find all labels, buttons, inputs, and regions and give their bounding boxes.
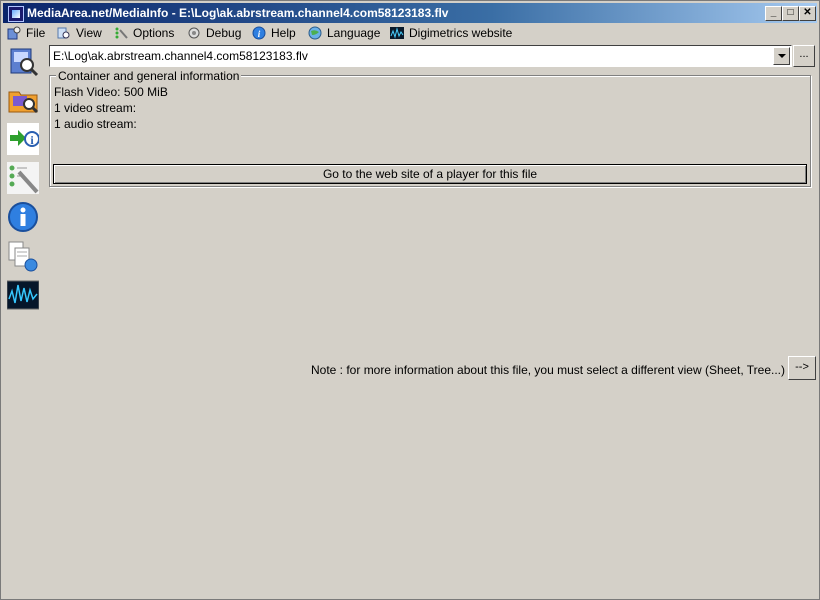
change-view-button[interactable]: --> xyxy=(788,356,816,380)
window-title: MediaArea.net/MediaInfo - E:\Log\ak.abrs… xyxy=(27,6,449,20)
menu-language-label: Language xyxy=(327,26,381,40)
menu-digimetrics-website[interactable]: Digimetrics website xyxy=(390,25,512,41)
minimize-button[interactable]: _ xyxy=(765,6,782,21)
menu-help-label: Help xyxy=(271,26,296,40)
view-menu-icon xyxy=(57,26,71,40)
file-path-value: E:\Log\ak.abrstream.channel4.com58123183… xyxy=(53,49,308,63)
open-folder-icon xyxy=(7,91,39,119)
export-icon: i xyxy=(7,123,40,158)
browse-file-button[interactable]: ... xyxy=(793,45,815,67)
menu-options-label: Options xyxy=(133,26,175,40)
menu-debug-label: Debug xyxy=(206,26,242,40)
sidebar-open-folder-button[interactable] xyxy=(7,84,39,116)
title-bar[interactable]: MediaArea.net/MediaInfo - E:\Log\ak.abrs… xyxy=(3,3,817,23)
player-website-button[interactable]: Go to the web site of a player for this … xyxy=(53,164,807,184)
preferences-icon xyxy=(7,162,39,197)
menu-file[interactable]: File xyxy=(7,25,45,41)
menu-digimetrics-label: Digimetrics website xyxy=(409,26,513,40)
web-documents-icon xyxy=(7,241,39,275)
sidebar-web-documents-button[interactable] xyxy=(7,240,39,272)
language-menu-icon xyxy=(308,26,322,40)
container-general-info-group: Container and general information Flash … xyxy=(49,69,811,187)
options-menu-icon xyxy=(114,26,128,40)
sidebar-about-button[interactable] xyxy=(7,201,39,233)
menu-debug[interactable]: Debug xyxy=(187,25,241,41)
sidebar-open-file-button[interactable] xyxy=(7,45,39,77)
maximize-button[interactable]: □ xyxy=(782,6,799,21)
menu-bar: File View Options Debug i Help Language … xyxy=(3,23,817,42)
file-path-combobox[interactable]: E:\Log\ak.abrstream.channel4.com58123183… xyxy=(49,45,792,67)
group-legend: Container and general information xyxy=(56,69,242,83)
menu-help[interactable]: i Help xyxy=(252,25,296,41)
combobox-dropdown-arrow[interactable] xyxy=(773,47,790,65)
open-file-icon xyxy=(7,48,39,80)
file-menu-icon xyxy=(7,26,21,40)
menu-view-label: View xyxy=(76,26,102,40)
digimetrics-menu-icon xyxy=(390,26,404,40)
menu-language[interactable]: Language xyxy=(308,25,380,41)
view-note-text: Note : for more information about this f… xyxy=(311,363,785,377)
info-line-video: 1 video stream: xyxy=(54,101,137,115)
about-info-icon xyxy=(7,202,39,236)
sidebar-export-button[interactable]: i xyxy=(7,123,40,158)
sidebar-preferences-button[interactable] xyxy=(7,162,39,194)
waveform-icon xyxy=(6,280,40,314)
info-line-format: Flash Video: 500 MiB xyxy=(54,85,168,99)
menu-file-label: File xyxy=(26,26,46,40)
info-line-audio: 1 audio stream: xyxy=(54,117,137,131)
close-button[interactable]: ✕ xyxy=(799,6,816,21)
help-menu-icon: i xyxy=(252,26,266,40)
main-window: MediaArea.net/MediaInfo - E:\Log\ak.abrs… xyxy=(0,0,820,600)
mediainfo-app-icon xyxy=(8,6,24,22)
debug-menu-icon xyxy=(187,26,201,40)
menu-view[interactable]: View xyxy=(57,25,102,41)
menu-options[interactable]: Options xyxy=(114,25,174,41)
sidebar-waveform-button[interactable] xyxy=(6,279,40,314)
